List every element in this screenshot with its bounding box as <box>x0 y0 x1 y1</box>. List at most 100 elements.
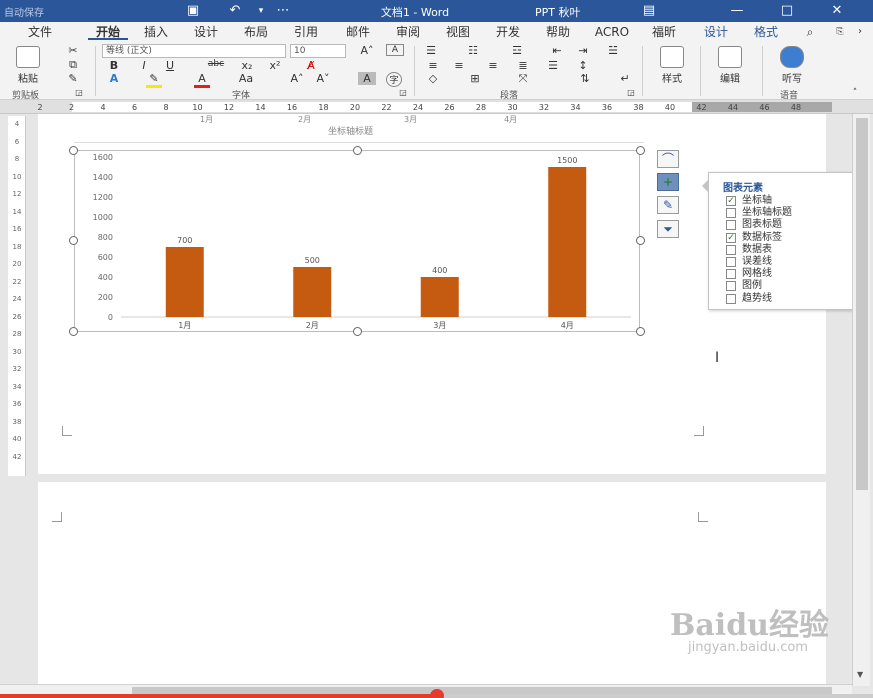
resize-handle[interactable] <box>636 236 645 245</box>
bullets-icon[interactable]: ☰ <box>422 44 440 57</box>
styles-button[interactable]: 样式 <box>650 44 694 86</box>
line-spacing-icon[interactable]: ↕ <box>574 59 592 72</box>
checkbox[interactable] <box>726 281 736 292</box>
tab-home[interactable]: 开始 <box>88 24 128 40</box>
filter-icon[interactable]: ⏷ <box>657 220 679 238</box>
undo-icon[interactable]: ↶ <box>226 2 244 20</box>
tab-developer[interactable]: 开发 <box>490 24 526 40</box>
dictate-button[interactable]: 听写 <box>770 44 814 86</box>
tab-help[interactable]: 帮助 <box>540 24 576 40</box>
paste-button[interactable]: 粘贴 <box>6 44 50 86</box>
resize-handle[interactable] <box>353 146 362 155</box>
chart-bar[interactable] <box>165 247 204 317</box>
customize-qat-icon[interactable]: ⋯ <box>274 2 292 20</box>
vertical-scroll-thumb[interactable] <box>856 118 868 490</box>
resize-handle[interactable] <box>636 327 645 336</box>
numbering-icon[interactable]: ☷ <box>464 44 482 57</box>
checkbox[interactable] <box>726 208 736 219</box>
save-icon[interactable]: ▣ <box>184 2 202 20</box>
checkbox[interactable]: ✓ <box>726 232 736 243</box>
restore-button[interactable]: □ <box>772 0 802 22</box>
chart-element-option[interactable]: 网格线 <box>726 268 851 280</box>
chart-element-option[interactable]: ✓ 数据标签 <box>726 232 851 244</box>
resize-handle[interactable] <box>69 327 78 336</box>
underline-button[interactable]: U <box>164 59 176 72</box>
tab-design[interactable]: 设计 <box>188 24 224 40</box>
undo-dropdown-icon[interactable]: ▾ <box>252 2 270 20</box>
align-left-icon[interactable]: ≡ <box>424 59 442 72</box>
highlight-icon[interactable]: ✎ <box>146 72 162 88</box>
share-icon[interactable]: ⎘ <box>832 24 848 40</box>
tab-insert[interactable]: 插入 <box>138 24 174 40</box>
cut-icon[interactable]: ✂ <box>66 44 80 57</box>
resize-handle[interactable] <box>69 146 78 155</box>
tab-chart-design[interactable]: 设计 <box>696 24 736 40</box>
plus-icon[interactable]: + <box>657 173 679 191</box>
enclose-char-icon[interactable]: 字 <box>386 72 402 87</box>
checkbox[interactable]: ✓ <box>726 196 736 206</box>
column-chart[interactable]: 0 200 400 600 800 1000 1200 1400 1600 700 1月 500 2月 4… <box>74 150 640 332</box>
grow-font-button[interactable]: A˄ <box>290 72 304 85</box>
ribbon-scroll-right-icon[interactable]: › <box>852 24 868 40</box>
asian-layout-icon[interactable]: ⤧ <box>514 72 532 86</box>
tab-file[interactable]: 文件 <box>22 24 58 40</box>
autosave-toggle[interactable]: 自动保存 <box>4 4 144 19</box>
video-progress-bar[interactable] <box>0 689 873 698</box>
chart-element-option[interactable]: 坐标轴标题 <box>726 207 851 219</box>
text-effects-icon[interactable]: A <box>106 72 122 85</box>
strikethrough-button[interactable]: abc <box>204 59 228 69</box>
chinese-layout-icon[interactable]: ☱ <box>604 44 622 57</box>
shrink-font-button[interactable]: A˅ <box>316 72 330 85</box>
chart-element-option[interactable]: 趋势线 <box>726 293 851 305</box>
close-button[interactable]: ✕ <box>822 0 852 22</box>
chart-layout-icon[interactable]: ⌒ <box>657 150 679 168</box>
font-size-combo[interactable]: 10 <box>290 44 346 58</box>
progress-knob[interactable] <box>429 689 444 698</box>
editing-button[interactable]: 编辑 <box>708 44 752 86</box>
checkbox[interactable] <box>726 269 736 280</box>
resize-handle[interactable] <box>69 236 78 245</box>
italic-button[interactable]: I <box>138 59 150 72</box>
tab-references[interactable]: 引用 <box>288 24 324 40</box>
checkbox[interactable] <box>726 293 736 304</box>
align-center-icon[interactable]: ≡ <box>450 59 468 72</box>
chart-element-option[interactable]: 数据表 <box>726 244 851 256</box>
font-launcher-icon[interactable]: ◲ <box>398 88 408 97</box>
resize-handle[interactable] <box>636 146 645 155</box>
change-case-button[interactable]: Aa <box>234 72 258 85</box>
chart-element-option[interactable]: 图例 <box>726 280 851 292</box>
tab-acrobat[interactable]: ACRO <box>590 24 634 40</box>
collapse-ribbon-icon[interactable]: ˄ <box>848 88 862 98</box>
resize-handle[interactable] <box>353 327 362 336</box>
multilevel-list-icon[interactable]: ☲ <box>508 44 526 57</box>
char-border-icon[interactable]: A <box>386 44 404 56</box>
chart-element-option[interactable]: 图表标题 <box>726 219 851 231</box>
brush-icon[interactable]: ✎ <box>657 196 679 214</box>
tab-foxit[interactable]: 福昕 <box>642 24 686 40</box>
font-color-icon[interactable]: A <box>194 72 210 88</box>
superscript-button[interactable]: x² <box>266 59 284 72</box>
bold-button[interactable]: B <box>108 59 120 72</box>
tab-layout[interactable]: 布局 <box>238 24 274 40</box>
align-right-icon[interactable]: ≡ <box>484 59 502 72</box>
minimize-button[interactable]: — <box>722 0 752 22</box>
chart-element-option[interactable]: 误差线 <box>726 256 851 268</box>
tab-mailings[interactable]: 邮件 <box>340 24 376 40</box>
tab-review[interactable]: 审阅 <box>390 24 426 40</box>
format-painter-icon[interactable]: ✎ <box>66 72 80 85</box>
subscript-button[interactable]: x₂ <box>238 59 256 72</box>
increase-indent-icon[interactable]: ⇥ <box>574 44 592 57</box>
distributed-icon[interactable]: ☰ <box>544 59 562 72</box>
scroll-down-icon[interactable]: ▼ <box>857 670 863 679</box>
decrease-indent-icon[interactable]: ⇤ <box>548 44 566 57</box>
search-icon[interactable]: ⌕ <box>800 24 820 40</box>
tab-view[interactable]: 视图 <box>440 24 476 40</box>
paragraph-launcher-icon[interactable]: ◲ <box>626 88 636 97</box>
borders-icon[interactable]: ⊞ <box>466 72 484 85</box>
show-marks-icon[interactable]: ↵ <box>616 72 634 85</box>
justify-icon[interactable]: ≣ <box>514 59 532 72</box>
copy-icon[interactable]: ⧉ <box>66 58 80 72</box>
account-name[interactable]: PPT 秋叶 <box>535 4 625 20</box>
checkbox[interactable] <box>726 257 736 267</box>
char-shading-icon[interactable]: A <box>358 72 376 85</box>
